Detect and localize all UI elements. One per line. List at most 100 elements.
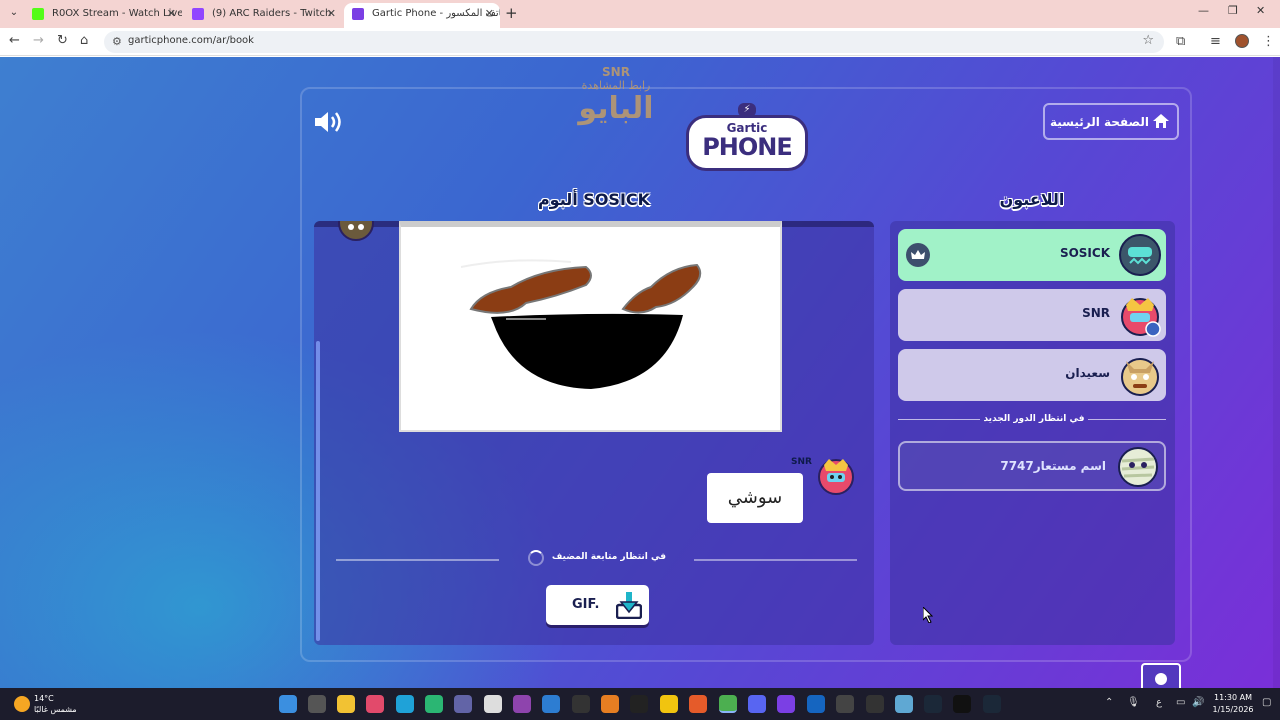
minimize-icon[interactable]: — xyxy=(1198,4,1209,17)
app-icon[interactable] xyxy=(895,695,913,713)
tab-gartic[interactable]: Gartic Phone - الهاتف المكسور ✕ xyxy=(344,3,500,28)
profile-avatar[interactable] xyxy=(1235,34,1249,48)
notifications-icon[interactable]: ▢ xyxy=(1262,697,1271,708)
answer-text: سوشي xyxy=(707,473,803,523)
site-info-icon[interactable]: ⚙ xyxy=(112,35,122,48)
download-gif-button[interactable]: GIF. xyxy=(546,585,649,625)
app-icon[interactable] xyxy=(807,695,825,713)
microphone-icon[interactable]: 🎙 xyxy=(1127,697,1140,708)
firefox-icon[interactable] xyxy=(689,695,707,713)
game-page: SNR رابط المشاهدة البايو ⚡ Gartic PHONE … xyxy=(0,57,1280,688)
menu-dots-icon[interactable]: ⋮ xyxy=(1262,34,1275,49)
show-hidden-icons-icon[interactable]: ⌃ xyxy=(1105,697,1113,708)
copilot-icon[interactable] xyxy=(513,695,531,713)
waiting-next-round-label: في انتظار الدور الجديد xyxy=(983,414,1085,424)
new-tab-button[interactable]: + xyxy=(505,4,518,22)
players-panel: SOSICK SNR سعيدان في انتظار الدور الجديد… xyxy=(890,221,1175,645)
reload-icon[interactable]: ↻ xyxy=(57,33,68,48)
home-icon[interactable]: ⌂ xyxy=(80,33,88,48)
tradingview-icon[interactable] xyxy=(630,695,648,713)
address-toolbar: ← → ↻ ⌂ ⚙ garticphone.com/ar/book ☆ ⧉ ≡ … xyxy=(0,28,1280,56)
album-scrollbar[interactable] xyxy=(316,341,320,641)
home-button[interactable]: الصفحة الرئيسية xyxy=(1043,103,1179,140)
windows-taskbar: 14°C مشمس غالبًا ⌃ 🎙 ع ▭ 🔊 11:30 AM 1/15… xyxy=(0,688,1280,720)
network-icon[interactable]: ▭ xyxy=(1176,697,1185,708)
back-icon[interactable]: ← xyxy=(9,33,20,48)
forward-icon[interactable]: → xyxy=(33,33,44,48)
waiting-player-name: اسم مستعار7747 xyxy=(1000,459,1106,473)
waiting-player-avatar xyxy=(1118,447,1158,487)
sushi-drawing xyxy=(460,259,702,389)
app-icon[interactable] xyxy=(542,695,560,713)
tab-title: Gartic Phone - الهاتف المكسور xyxy=(372,8,500,19)
github-icon[interactable] xyxy=(572,695,590,713)
discord-icon[interactable] xyxy=(748,695,766,713)
window-close-icon[interactable]: ✕ xyxy=(1256,4,1265,17)
page-scrollbar[interactable] xyxy=(1273,57,1280,688)
media-icon[interactable]: ≡ xyxy=(1210,34,1221,49)
app-icon[interactable] xyxy=(601,695,619,713)
play-store-icon[interactable] xyxy=(425,695,443,713)
weather-widget[interactable]: 14°C مشمس غالبًا xyxy=(12,692,102,716)
tab-title: R0OX Stream - Watch Live on K xyxy=(52,8,182,19)
sound-icon[interactable] xyxy=(313,109,345,135)
app-icon[interactable] xyxy=(777,695,795,713)
waiting-player-card[interactable]: اسم مستعار7747 xyxy=(898,441,1166,491)
restore-icon[interactable]: ❐ xyxy=(1228,4,1238,17)
app-icon[interactable] xyxy=(836,695,854,713)
app-icon[interactable] xyxy=(366,695,384,713)
drawing-canvas xyxy=(399,221,782,432)
twitch-icon xyxy=(192,8,204,20)
clock-date: 1/15/2026 xyxy=(1212,705,1254,714)
store-icon[interactable] xyxy=(484,695,502,713)
volume-icon[interactable]: 🔊 xyxy=(1192,697,1204,708)
weather-text: مشمس غالبًا xyxy=(34,705,77,714)
waiting-host-text: في انتظار متابعة المضيف xyxy=(551,552,666,562)
watermark-big-text: البايو xyxy=(578,91,654,126)
mouse-cursor-icon xyxy=(923,607,933,623)
close-icon[interactable]: ✕ xyxy=(167,3,176,25)
player-card[interactable]: SOSICK xyxy=(898,229,1166,281)
stream-watermark: SNR رابط المشاهدة البايو xyxy=(566,65,666,155)
player-avatar xyxy=(1121,298,1161,337)
lightning-icon: ⚡ xyxy=(738,103,756,117)
player-card[interactable]: سعيدان xyxy=(898,349,1166,401)
task-view-icon[interactable] xyxy=(308,695,326,713)
sticky-notes-icon[interactable] xyxy=(660,695,678,713)
steam-icon[interactable] xyxy=(924,695,942,713)
tab-title: (9) ARC Raiders - Twitch xyxy=(212,8,332,19)
clock[interactable]: 11:30 AM 1/15/2026 xyxy=(1208,692,1258,716)
temperature: 14°C xyxy=(34,694,54,703)
edge-icon[interactable] xyxy=(396,695,414,713)
teams-icon[interactable] xyxy=(454,695,472,713)
player-name: SOSICK xyxy=(1059,246,1110,260)
gif-button-label: GIF. xyxy=(572,597,600,612)
terminal-icon[interactable] xyxy=(953,695,971,713)
tab-twitch[interactable]: (9) ARC Raiders - Twitch ✕ xyxy=(184,3,342,28)
tab-kick[interactable]: R0OX Stream - Watch Live on K ✕ xyxy=(24,3,182,28)
album-title: ألبوم SOSICK xyxy=(537,190,651,209)
player-avatar xyxy=(1121,358,1159,396)
url-text: garticphone.com/ar/book xyxy=(128,35,254,46)
bookmark-star-icon[interactable]: ☆ xyxy=(1142,33,1154,48)
close-icon[interactable]: ✕ xyxy=(485,3,494,25)
floating-user-button[interactable] xyxy=(1141,663,1181,688)
divider-left xyxy=(336,559,499,561)
close-icon[interactable]: ✕ xyxy=(327,3,336,25)
extensions-icon[interactable]: ⧉ xyxy=(1176,34,1185,49)
player-name: SNR xyxy=(1082,306,1110,320)
divider-right xyxy=(694,559,857,561)
player-card[interactable]: SNR xyxy=(898,289,1166,341)
app-icon[interactable] xyxy=(866,695,884,713)
chrome-icon[interactable] xyxy=(719,695,737,713)
house-icon xyxy=(1153,114,1169,128)
snr-avatar xyxy=(818,459,854,495)
tab-search-icon[interactable]: ⌄ xyxy=(6,5,22,21)
language-icon[interactable]: ع xyxy=(1156,697,1162,708)
gartic-icon xyxy=(352,8,364,20)
start-icon[interactable] xyxy=(279,695,297,713)
file-explorer-icon[interactable] xyxy=(337,695,355,713)
url-bar[interactable]: ⚙ garticphone.com/ar/book ☆ xyxy=(104,31,1164,53)
steam-icon[interactable] xyxy=(983,695,1001,713)
logo-bottom-text: PHONE xyxy=(702,133,793,161)
